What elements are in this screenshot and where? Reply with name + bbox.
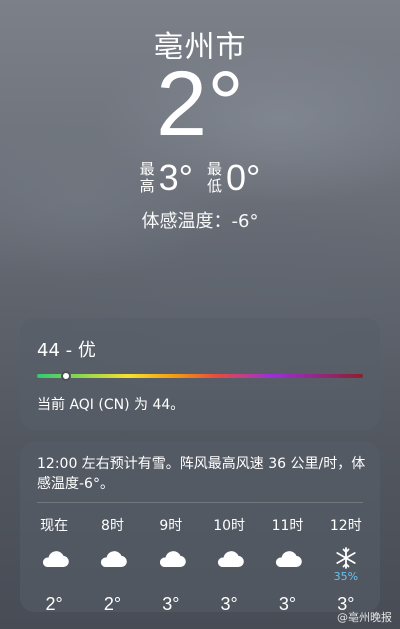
hour-item[interactable]: 10时 3° <box>200 516 258 615</box>
hour-item[interactable]: 8时 2° <box>83 516 141 615</box>
high-label: 最高 <box>140 161 155 195</box>
snowflake-icon <box>334 544 358 572</box>
low-temperature: 最低 0° <box>207 160 260 196</box>
label-char: 最 <box>207 160 223 178</box>
forecast-summary: 12:00 左右预计有雪。阵风最高风速 36 公里/时，体感温度-6°。 <box>37 456 366 492</box>
hour-time: 现在 <box>40 518 69 534</box>
low-label: 最低 <box>207 161 222 195</box>
hour-item[interactable]: 12时 35% 3° <box>317 516 375 615</box>
hour-time: 9时 <box>159 518 183 534</box>
high-low-temperature: 最高 3° 最低 0° <box>0 160 400 196</box>
hour-time: 11时 <box>271 518 304 534</box>
cloud-icon <box>39 544 69 572</box>
label-char: 低 <box>207 177 223 195</box>
low-value: 0° <box>226 157 261 198</box>
cloud-icon <box>156 544 186 572</box>
hour-item[interactable]: 现在 2° <box>25 516 83 615</box>
divider <box>37 502 363 503</box>
hour-item[interactable]: 9时 3° <box>142 516 200 615</box>
aqi-indicator <box>61 371 72 381</box>
hour-temperature: 3° <box>278 594 297 614</box>
hour-temperature: 2° <box>45 594 63 614</box>
aqi-description: 当前 AQI (CN) 为 44。 <box>37 397 185 413</box>
hour-item[interactable]: 11时 3° <box>258 516 316 615</box>
hourly-forecast-list[interactable]: 现在 2° 8时 2° 9时 3° 10时 3° 11时 3° 12时 35% 3° <box>25 516 375 615</box>
hourly-forecast-card[interactable]: 12:00 左右预计有雪。阵风最高风速 36 公里/时，体感温度-6°。 现在 2… <box>20 442 380 615</box>
hour-time: 8时 <box>101 518 124 534</box>
cloud-icon <box>97 544 128 572</box>
feels-like-temperature: 体感温度：-6° <box>141 211 259 232</box>
hour-time: 12时 <box>329 518 362 534</box>
high-temperature: 最高 3° <box>140 160 193 196</box>
label-char: 高 <box>139 177 155 195</box>
high-value: 3° <box>158 157 193 198</box>
aqi-value: 44 - 优 <box>37 340 96 361</box>
aqi-scale-bar <box>37 371 363 381</box>
hour-time: 10时 <box>213 518 246 534</box>
cloud-icon <box>272 544 303 572</box>
label-char: 最 <box>139 160 155 178</box>
air-quality-card[interactable]: 44 - 优 当前 AQI (CN) 为 44。 <box>20 318 380 430</box>
current-temperature: 2° <box>156 53 244 155</box>
hour-temperature: 2° <box>103 594 122 614</box>
precipitation-probability: 35% <box>333 570 359 583</box>
hour-temperature: 3° <box>220 594 238 614</box>
cloud-icon <box>214 544 244 572</box>
hour-temperature: 3° <box>162 594 180 614</box>
watermark: @亳州晚报 <box>337 611 392 624</box>
